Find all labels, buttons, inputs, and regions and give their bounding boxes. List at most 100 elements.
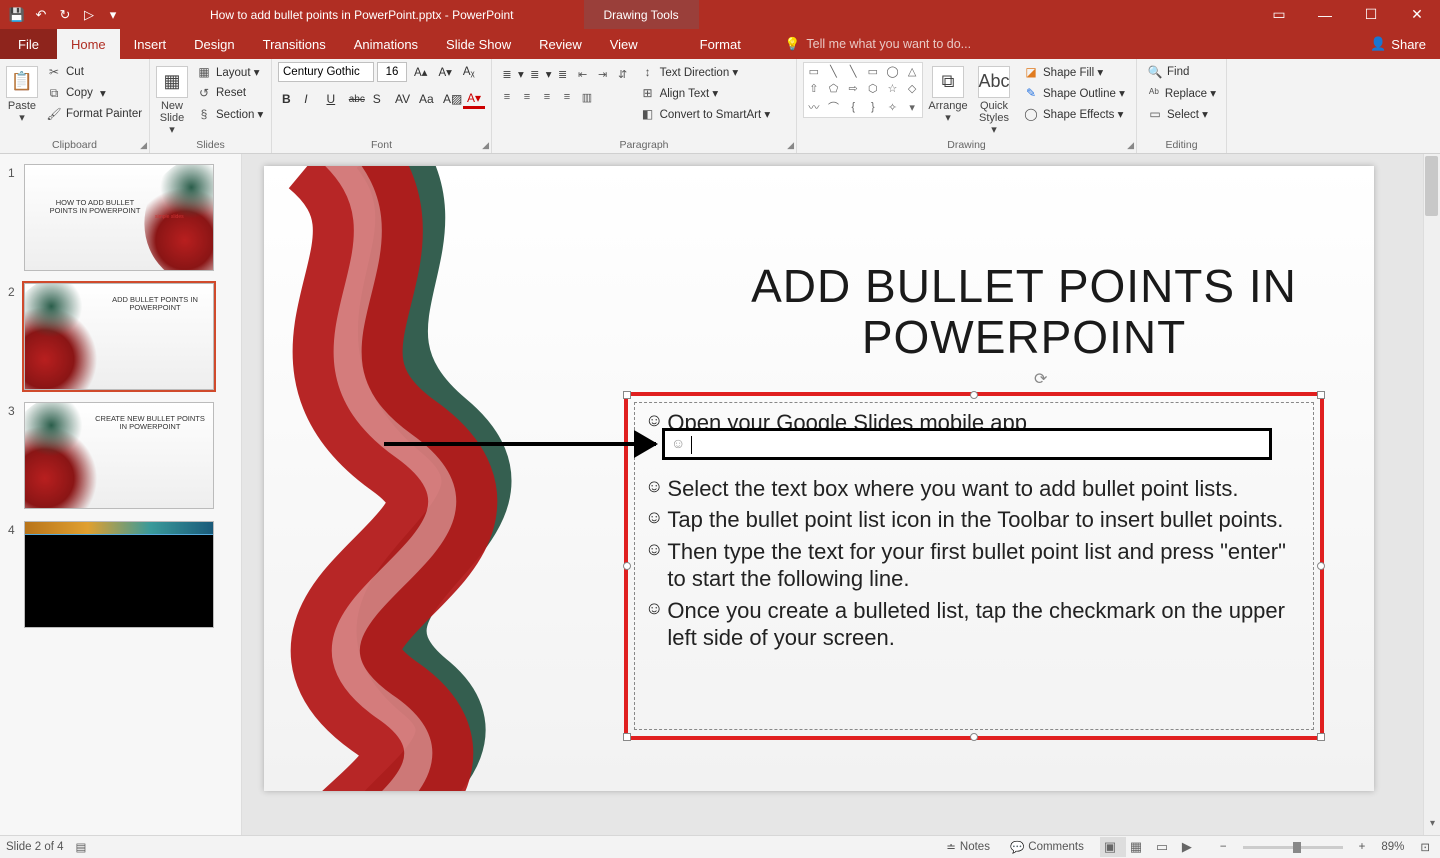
minimize-button[interactable]: — xyxy=(1302,0,1348,29)
clipboard-launcher[interactable]: ◢ xyxy=(140,140,147,151)
rotate-handle-icon[interactable]: ⟳ xyxy=(1034,369,1047,389)
shape-effects-button[interactable]: ◯Shape Effects ▾ xyxy=(1019,104,1129,124)
drawing-launcher[interactable]: ◢ xyxy=(1127,140,1134,151)
italic-button[interactable]: I xyxy=(300,89,320,109)
tab-animations[interactable]: Animations xyxy=(340,29,432,59)
selection-handle[interactable] xyxy=(970,391,978,399)
undo-button[interactable]: ↶ xyxy=(30,4,52,26)
slide-thumbnail-1[interactable]: HOW TO ADD BULLET POINTS IN POWERPOINT s… xyxy=(24,164,214,271)
slide-thumbnails-panel[interactable]: 1 HOW TO ADD BULLET POINTS IN POWERPOINT… xyxy=(0,154,242,835)
font-name-combo[interactable] xyxy=(278,62,374,82)
columns-button[interactable]: ▥ xyxy=(578,89,596,105)
paragraph-launcher[interactable]: ◢ xyxy=(787,140,794,151)
slide-title[interactable]: ADD BULLET POINTS IN POWERPOINT xyxy=(734,261,1314,362)
save-button[interactable]: 💾 xyxy=(6,4,28,26)
notes-button[interactable]: ≐Notes xyxy=(942,840,994,854)
text-direction-button[interactable]: ↕Text Direction ▾ xyxy=(636,62,775,82)
tab-transitions[interactable]: Transitions xyxy=(249,29,340,59)
format-painter-button[interactable]: 🖌Format Painter xyxy=(42,104,146,124)
slide-thumbnail-2[interactable]: ADD BULLET POINTS IN POWERPOINT xyxy=(24,283,214,390)
selection-handle[interactable] xyxy=(623,562,631,570)
cut-button[interactable]: ✂Cut xyxy=(42,62,146,82)
slide-counter[interactable]: Slide 2 of 4 xyxy=(6,841,64,853)
strike-button[interactable]: abc xyxy=(345,89,367,109)
selection-handle[interactable] xyxy=(1317,391,1325,399)
underline-button[interactable]: U xyxy=(323,89,343,109)
align-text-button[interactable]: ⊞Align Text ▾ xyxy=(636,83,775,103)
share-button[interactable]: 👤 Share xyxy=(1356,29,1440,59)
font-size-combo[interactable] xyxy=(377,62,407,82)
align-right-button[interactable]: ≡ xyxy=(538,89,556,105)
normal-view-button[interactable]: ▣ xyxy=(1100,837,1126,857)
tell-me-search[interactable]: 💡 Tell me what you want to do... xyxy=(785,29,971,59)
change-case-button[interactable]: Aa xyxy=(415,89,437,109)
shapes-gallery[interactable]: ▭╲╲▭◯△ ⇧⬠⇨⬡☆◇ 〰⌒{}✧▾ xyxy=(803,62,923,118)
shadow-button[interactable]: S xyxy=(369,89,389,109)
char-spacing-button[interactable]: AV xyxy=(391,89,413,109)
shape-fill-button[interactable]: ◪Shape Fill ▾ xyxy=(1019,62,1129,82)
bold-button[interactable]: B xyxy=(278,89,298,109)
increase-indent-button[interactable]: ⇥ xyxy=(594,66,612,82)
align-center-button[interactable]: ≡ xyxy=(518,89,536,105)
list-level-button[interactable]: ≣ xyxy=(554,66,572,82)
find-button[interactable]: 🔍Find xyxy=(1143,62,1220,82)
selection-handle[interactable] xyxy=(970,733,978,741)
tab-view[interactable]: View xyxy=(596,29,652,59)
close-button[interactable]: ✕ xyxy=(1394,0,1440,29)
tab-slideshow[interactable]: Slide Show xyxy=(432,29,525,59)
tab-review[interactable]: Review xyxy=(525,29,596,59)
font-launcher[interactable]: ◢ xyxy=(482,140,489,151)
scroll-down-button[interactable]: ▾ xyxy=(1424,818,1440,835)
copy-button[interactable]: ⧉Copy ▾ xyxy=(42,83,146,103)
clear-formatting-button[interactable]: Aᵪ xyxy=(459,64,479,80)
numbering-button[interactable]: ≣ xyxy=(526,66,544,82)
tab-design[interactable]: Design xyxy=(180,29,248,59)
selection-handle[interactable] xyxy=(1317,733,1325,741)
fit-to-window-button[interactable]: ⊡ xyxy=(1416,840,1434,854)
font-color-button[interactable]: A▾ xyxy=(463,89,485,109)
replace-button[interactable]: ᴬᵇReplace ▾ xyxy=(1143,83,1220,103)
zoom-percent[interactable]: 89% xyxy=(1381,841,1404,853)
justify-button[interactable]: ≡ xyxy=(558,89,576,105)
selection-handle[interactable] xyxy=(623,391,631,399)
ribbon-display-options-button[interactable]: ▭ xyxy=(1256,0,1302,29)
slide-thumbnail-3[interactable]: CREATE NEW BULLET POINTS IN POWERPOINT xyxy=(24,402,214,509)
reading-view-button[interactable]: ▭ xyxy=(1152,837,1178,857)
shape-outline-button[interactable]: ✎Shape Outline ▾ xyxy=(1019,83,1129,103)
qat-customize-button[interactable]: ▾ xyxy=(102,4,124,26)
selection-handle[interactable] xyxy=(1317,562,1325,570)
zoom-in-button[interactable]: + xyxy=(1355,841,1370,853)
reset-button[interactable]: ↺Reset xyxy=(192,83,267,103)
comments-button[interactable]: 💬Comments xyxy=(1006,840,1088,854)
tab-insert[interactable]: Insert xyxy=(120,29,181,59)
zoom-out-button[interactable]: − xyxy=(1216,841,1231,853)
section-button[interactable]: §Section ▾ xyxy=(192,104,267,124)
maximize-button[interactable]: ☐ xyxy=(1348,0,1394,29)
bullets-button[interactable]: ≣ xyxy=(498,66,516,82)
slide-sorter-button[interactable]: ▦ xyxy=(1126,837,1152,857)
shrink-font-button[interactable]: A▾ xyxy=(434,63,455,81)
align-left-button[interactable]: ≡ xyxy=(498,89,516,105)
group-drawing: ▭╲╲▭◯△ ⇧⬠⇨⬡☆◇ 〰⌒{}✧▾ ⧉ Arrange▾ Abc Quic… xyxy=(797,59,1137,153)
redo-button[interactable]: ↻ xyxy=(54,4,76,26)
slide-thumbnail-4[interactable] xyxy=(24,521,214,628)
select-button[interactable]: ▭Select ▾ xyxy=(1143,104,1220,124)
slideshow-view-button[interactable]: ▶ xyxy=(1178,837,1204,857)
tab-format[interactable]: Format xyxy=(686,29,755,59)
zoom-slider[interactable] xyxy=(1243,846,1343,849)
line-spacing-button[interactable]: ⇵ xyxy=(614,66,632,82)
vertical-scrollbar[interactable]: ▴ ▾ xyxy=(1423,154,1440,835)
highlight-button[interactable]: A▨ xyxy=(439,89,461,109)
grow-font-button[interactable]: A▴ xyxy=(410,63,431,81)
tab-home[interactable]: Home xyxy=(57,29,120,59)
spellcheck-icon[interactable]: ▤ xyxy=(76,840,87,854)
slide[interactable]: ADD BULLET POINTS IN POWERPOINT ⟳ ☺Open … xyxy=(264,166,1374,791)
tab-file[interactable]: File xyxy=(0,29,57,59)
decrease-indent-button[interactable]: ⇤ xyxy=(574,66,592,82)
slide-canvas-area[interactable]: ADD BULLET POINTS IN POWERPOINT ⟳ ☺Open … xyxy=(242,154,1440,835)
convert-smartart-button[interactable]: ◧Convert to SmartArt ▾ xyxy=(636,104,775,124)
start-slideshow-button[interactable]: ▷ xyxy=(78,4,100,26)
layout-button[interactable]: ▦Layout ▾ xyxy=(192,62,267,82)
scrollbar-thumb[interactable] xyxy=(1425,156,1438,216)
selection-handle[interactable] xyxy=(623,733,631,741)
